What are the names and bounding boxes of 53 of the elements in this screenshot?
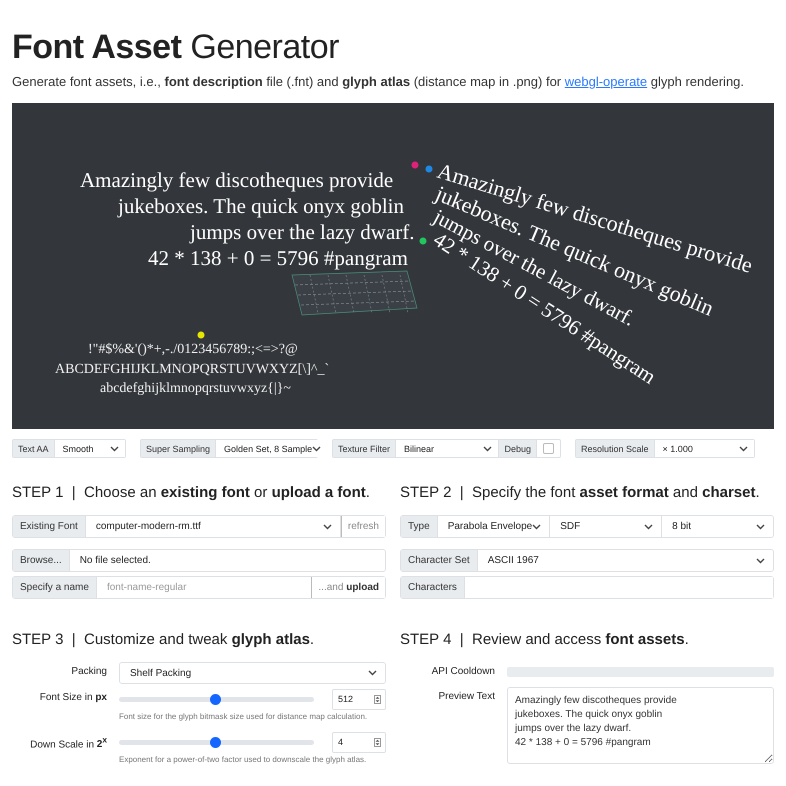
preview-text-area[interactable]: Amazingly few discotheques provide jukeboxes. The quick onyx goblin jumps over the lazy dwarf. 42 * 138 + 0 = 5796 #pangram bbox=[507, 687, 774, 764]
file-field[interactable]: Browse... No file selected. bbox=[12, 549, 386, 572]
file-status: No file selected. bbox=[78, 554, 152, 568]
control-label: Debug bbox=[499, 440, 537, 457]
control-label: Super Sampling bbox=[141, 440, 216, 457]
number-input[interactable]: 4 bbox=[332, 732, 386, 752]
step-heading: STEP 2 | Specify the font asset format and charset. bbox=[400, 484, 761, 501]
rendered-text: Amazingly few discotheques provide bbox=[80, 168, 394, 192]
marker-dot bbox=[412, 162, 418, 168]
field-label: Specify a name bbox=[13, 577, 97, 598]
spinner-icon bbox=[374, 738, 381, 746]
chevron-icon bbox=[322, 524, 332, 530]
refresh-button[interactable]: refresh bbox=[340, 516, 385, 537]
chevron-icon bbox=[368, 670, 377, 676]
upload-button[interactable]: ...and upload bbox=[311, 577, 385, 598]
step-heading: STEP 1 | Choose an existing font or upload a font. bbox=[12, 484, 371, 501]
chevron-icon bbox=[312, 446, 322, 452]
debug-checkbox[interactable] bbox=[543, 443, 554, 454]
slider-thumb[interactable] bbox=[210, 736, 221, 748]
field-label: API Cooldown bbox=[430, 665, 495, 677]
page-title: Font Asset Generator bbox=[12, 27, 340, 68]
browse-button[interactable]: Browse... bbox=[13, 550, 70, 571]
packing-select[interactable]: Shelf Packing bbox=[119, 662, 386, 684]
marker-dot bbox=[198, 332, 204, 338]
rendered-text: jumps over the lazy dwarf. bbox=[190, 220, 415, 244]
marker-dot bbox=[426, 166, 432, 172]
rendered-text: 42 * 138 + 0 = 5796 #pangram bbox=[148, 246, 408, 270]
slider-track[interactable] bbox=[119, 740, 314, 744]
rendered-glyphs: ABCDEFGHIJKLMNOPQRSTUVWXYZ[\]^_` bbox=[55, 362, 330, 377]
rendered-glyphs: abcdefghijklmnopqrstuvwxyz{|}~ bbox=[100, 381, 292, 396]
control-label: Texture Filter bbox=[333, 440, 396, 457]
help-text: Exponent for a power-of-two factor used to downscale the glyph atlas. bbox=[119, 755, 368, 764]
rendered-text: jukeboxes. The quick onyx goblin bbox=[118, 194, 404, 218]
marker-dot bbox=[420, 238, 426, 244]
field-label: Font Size in px bbox=[38, 691, 107, 703]
field-label: Down Scale in 2$^{x}$ bbox=[29, 734, 107, 750]
spinner-icon bbox=[374, 694, 381, 704]
step-heading: STEP 4 | Review and access font assets. bbox=[400, 631, 690, 648]
chevron-icon bbox=[483, 446, 492, 452]
characters-field[interactable]: Characters bbox=[400, 576, 774, 599]
intro-text: Generate font assets, i.e., font description file (.fnt) and glyph atlas (distance map in .png) for webgl-operate glyph rendering. bbox=[12, 74, 746, 89]
field-label: Preview Text bbox=[437, 690, 495, 702]
slider-thumb[interactable] bbox=[210, 694, 221, 704]
field-label: Characters bbox=[401, 577, 465, 598]
field-label: Existing Font bbox=[13, 516, 86, 537]
field-label: Packing bbox=[70, 665, 107, 677]
webgl-operate-link[interactable]: webgl-operate bbox=[564, 74, 648, 89]
step-heading: STEP 3 | Customize and tweak glyph atlas. bbox=[12, 631, 316, 648]
help-text: Font size for the glyph bitmask size used for distance map calculation. bbox=[119, 712, 368, 721]
slider-track[interactable] bbox=[119, 696, 314, 702]
font-name-field[interactable]: Specify a name font-name-regular ...and upload bbox=[12, 576, 386, 599]
number-input[interactable]: 512 bbox=[332, 688, 386, 710]
rendered-glyphs: !"#$%&'()*+,-./0123456789:;<=>?@ bbox=[88, 342, 298, 357]
